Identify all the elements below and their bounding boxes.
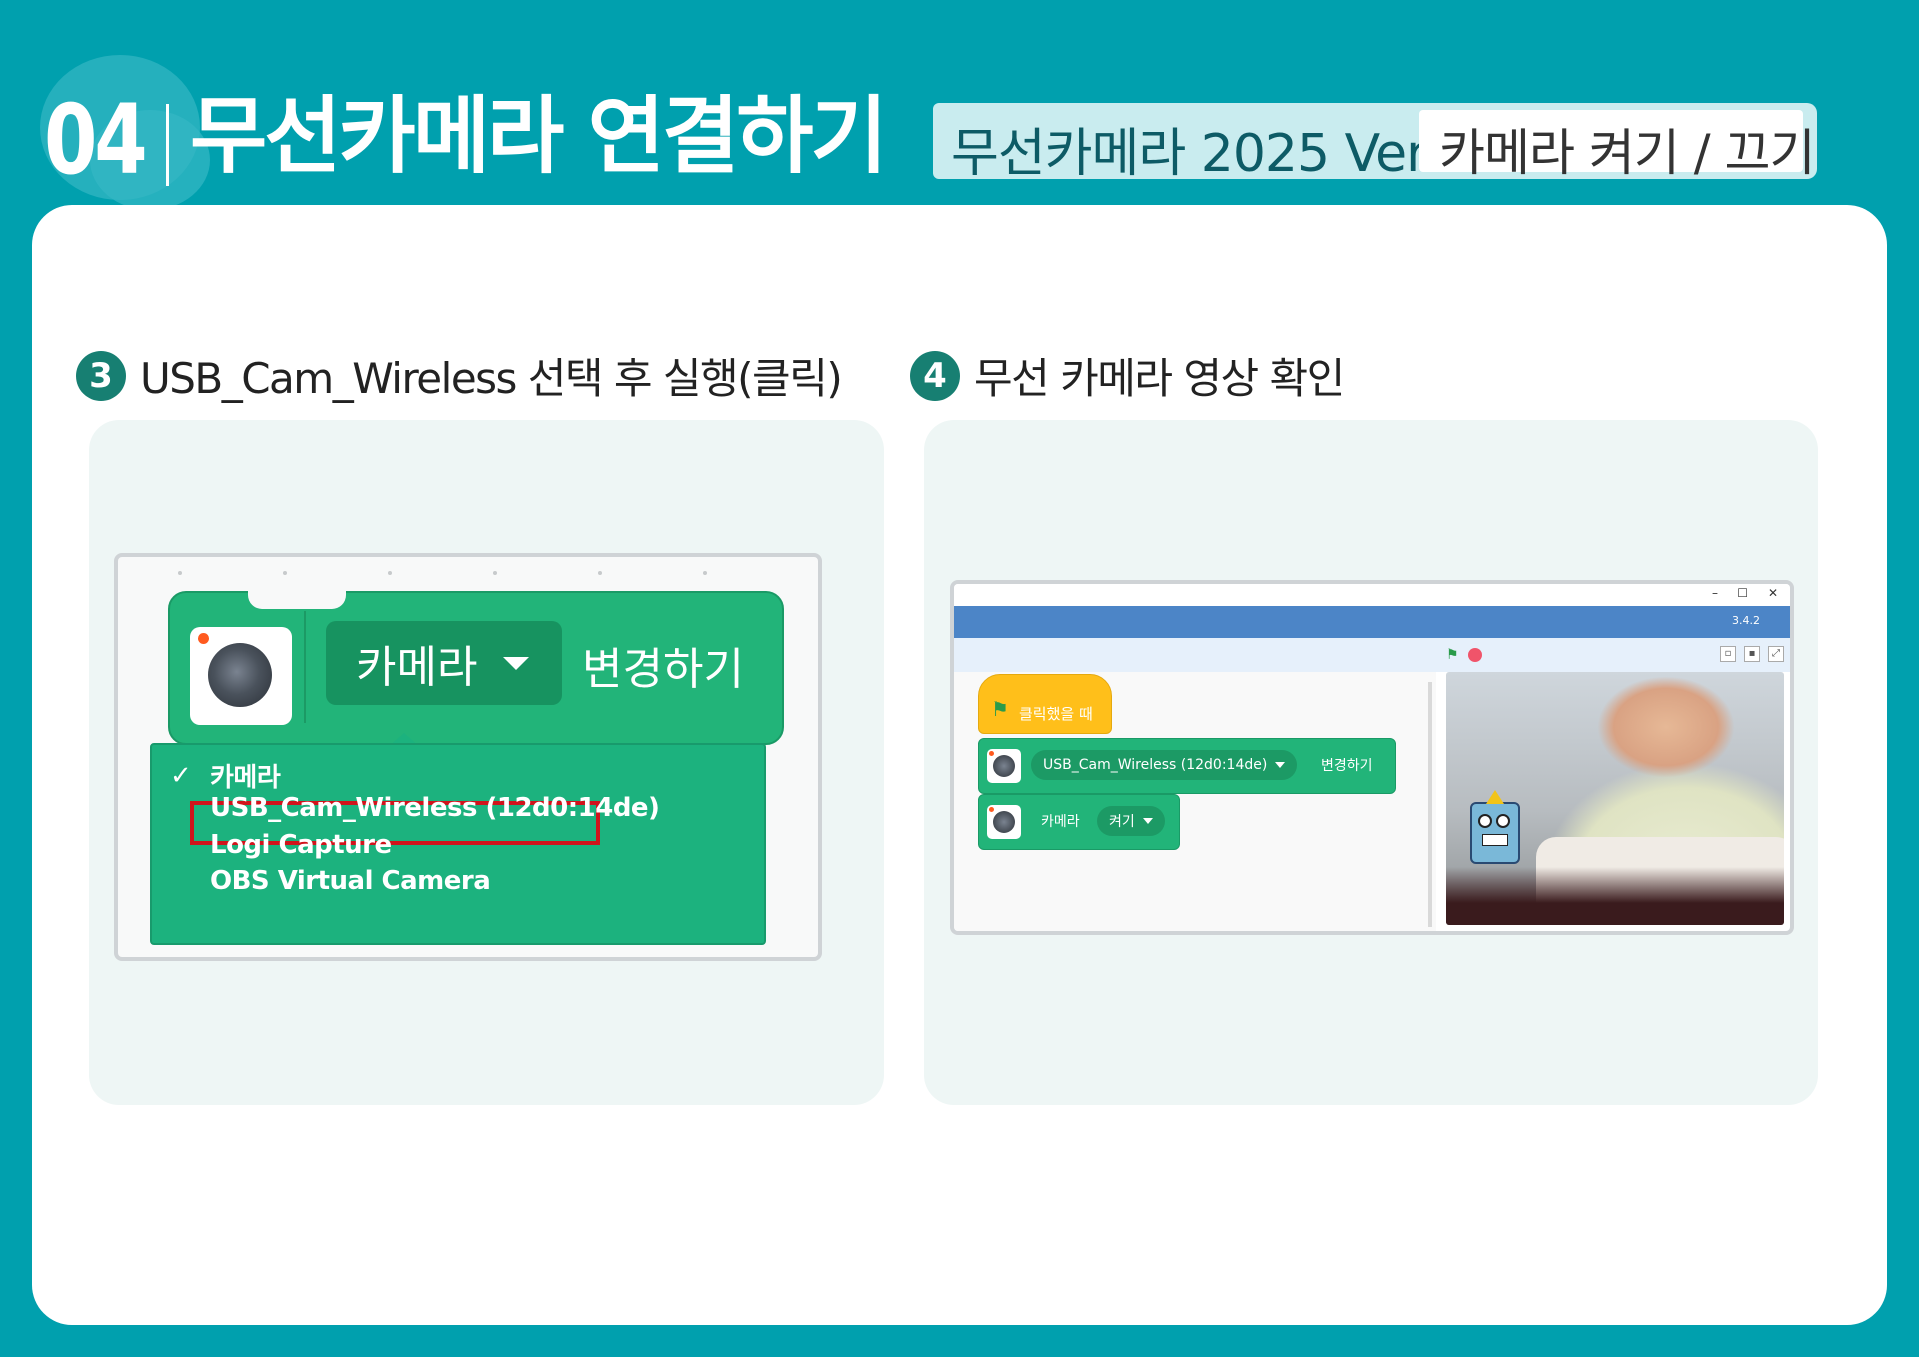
- maximize-button[interactable]: ☐: [1737, 586, 1748, 600]
- caret-down-icon: [503, 656, 530, 670]
- green-flag-icon: ⚑: [991, 697, 1009, 721]
- check-icon: ✓: [170, 761, 192, 791]
- camera-dropdown[interactable]: USB_Cam_Wireless (12d0:14de): [1031, 750, 1298, 780]
- step-3-heading: 3 USB_Cam_Wireless 선택 후 실행(클릭): [76, 345, 843, 406]
- change-camera-block[interactable]: USB_Cam_Wireless (12d0:14de) 변경하기: [978, 738, 1396, 794]
- small-stage-icon[interactable]: ▫: [1720, 646, 1736, 662]
- menu-bar: 3.4.2: [954, 606, 1790, 638]
- robot-sprite[interactable]: [1470, 790, 1520, 864]
- version-label: 3.4.2: [1732, 614, 1760, 627]
- camera-on-block[interactable]: 카메라 켜기: [978, 794, 1180, 850]
- step-text: 무선 카메라 영상 확인: [974, 354, 1345, 403]
- section-number: 04: [44, 84, 148, 196]
- step-number-badge: 3: [76, 350, 126, 401]
- title-bar: – ☐ ✕: [954, 584, 1790, 606]
- stage-toolbar: ⚑ ▫ ▪ ⤢: [954, 638, 1790, 672]
- camera-state-value: 켜기: [1109, 814, 1135, 830]
- sprite-mouth: [1482, 834, 1508, 846]
- camera-icon: [987, 805, 1021, 839]
- step-number-badge: 4: [910, 350, 960, 401]
- code-area[interactable]: ⚑ 클릭했을 때 USB_Cam_Wireless (12d0:14de) 변경…: [954, 672, 1436, 931]
- sprite-eye: [1478, 814, 1492, 828]
- product-label: 무선카메라 2025 Ver: [951, 124, 1428, 184]
- camera-dropdown-menu: ✓ 카메라 USB_Cam_Wireless (12d0:14de) Logi …: [150, 743, 766, 945]
- camera-dropdown-value: USB_Cam_Wireless (12d0:14de): [1043, 757, 1268, 773]
- menu-item-logi-capture[interactable]: Logi Capture: [210, 830, 392, 860]
- green-flag-icon[interactable]: ⚑: [1446, 647, 1459, 663]
- step-4-heading: 4 무선 카메라 영상 확인: [910, 345, 1345, 406]
- camera-dropdown[interactable]: 카메라: [326, 621, 562, 705]
- step-text: USB_Cam_Wireless 선택 후 실행(클릭): [140, 354, 843, 403]
- code-scrollbar[interactable]: [1428, 682, 1432, 927]
- sprite-eye: [1496, 814, 1510, 828]
- block-action-label: 변경하기: [1321, 758, 1373, 774]
- header-subtitle-pill: 무선카메라 2025 Ver 카메라 켜기 / 끄기: [933, 103, 1817, 184]
- caret-down-icon: [1275, 762, 1286, 768]
- stage-camera-view: [1446, 672, 1784, 925]
- when-clicked-hat-block[interactable]: ⚑ 클릭했을 때: [978, 674, 1112, 734]
- menu-item-usb-cam-wireless[interactable]: USB_Cam_Wireless (12d0:14de): [210, 793, 660, 823]
- topic-label: 카메라 켜기 / 끄기: [1439, 124, 1816, 182]
- hat-block-label: 클릭했을 때: [1019, 705, 1093, 723]
- menu-item-camera[interactable]: 카메라: [210, 757, 281, 794]
- menu-item-obs-virtual-camera[interactable]: OBS Virtual Camera: [210, 866, 491, 896]
- close-button[interactable]: ✕: [1768, 586, 1778, 600]
- fullscreen-icon[interactable]: ⤢: [1768, 646, 1784, 662]
- block-notch: [248, 587, 346, 609]
- block-action-label: 변경하기: [582, 644, 744, 695]
- video-frame: [1446, 867, 1784, 925]
- topic-badge: 카메라 켜기 / 끄기: [1419, 110, 1816, 182]
- change-camera-block[interactable]: 카메라 변경하기: [168, 591, 784, 745]
- page-title: 무선카메라 연결하기: [190, 87, 888, 185]
- camera-block-zoom: 카메라 변경하기 ✓ 카메라 USB_Cam_Wireless (12d0:14…: [114, 553, 822, 961]
- camera-dropdown-value: 카메라: [356, 642, 478, 693]
- header-divider: [166, 104, 169, 186]
- workspace-grid: [178, 571, 707, 575]
- camera-icon: [190, 627, 292, 725]
- caret-down-icon: [1142, 818, 1153, 824]
- large-stage-icon[interactable]: ▪: [1744, 646, 1760, 662]
- minimize-button[interactable]: –: [1712, 586, 1718, 600]
- block-label: 카메라: [1041, 814, 1080, 830]
- block-divider: [304, 611, 306, 723]
- stop-icon[interactable]: [1468, 648, 1482, 662]
- camera-icon: [987, 749, 1021, 783]
- app-window: – ☐ ✕ 3.4.2 ⚑ ▫ ▪ ⤢ ⚑ 클릭했을 때 USB_Cam_Wir…: [950, 580, 1794, 935]
- camera-state-dropdown[interactable]: 켜기: [1097, 806, 1165, 836]
